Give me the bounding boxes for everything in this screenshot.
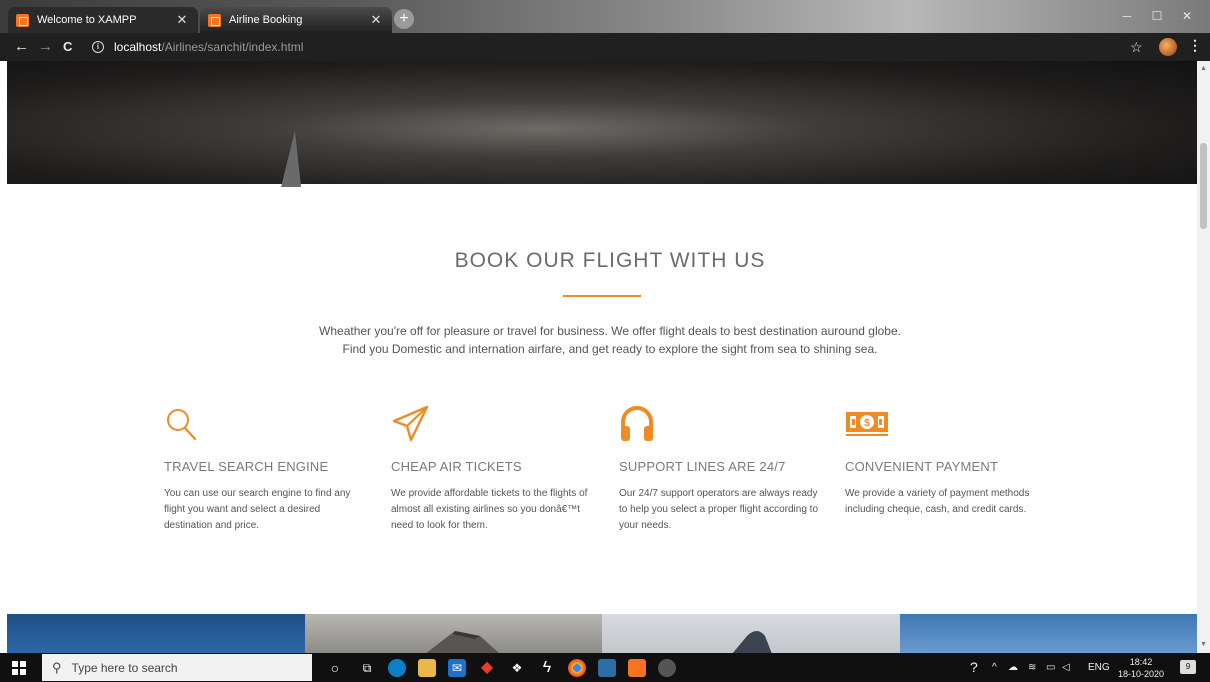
feature-cheap-tickets: CHEAP AIR TICKETS We provide affordable …	[391, 404, 591, 534]
browser-tab-strip: Welcome to XAMPP ✕ Airline Booking ✕ + ─…	[0, 0, 1210, 33]
search-icon	[164, 404, 364, 444]
wifi-icon[interactable]: ≋	[1028, 653, 1036, 682]
airplane-wing-image	[281, 131, 309, 187]
tab-title: Welcome to XAMPP	[37, 14, 137, 26]
forward-button[interactable]: →	[38, 38, 53, 56]
app-photos-icon[interactable]	[658, 659, 676, 677]
svg-text:$: $	[864, 418, 870, 429]
clock-date: 18-10-2020	[1117, 669, 1165, 679]
feature-description: You can use our search engine to find an…	[164, 488, 351, 531]
reload-button[interactable]: C	[63, 38, 72, 56]
intro-line: Find you Domestic and internation airfar…	[342, 342, 878, 356]
close-icon[interactable]: ✕	[368, 12, 384, 28]
url-path: /Airlines/sanchit/index.html	[161, 40, 304, 54]
xampp-icon[interactable]	[628, 659, 646, 677]
task-view-icon[interactable]: ⧉	[358, 659, 376, 677]
minimize-button[interactable]: ─	[1112, 6, 1142, 26]
page-scrollbar[interactable]: ▲ ▼	[1197, 61, 1210, 653]
paper-plane-icon	[391, 404, 591, 444]
app-diamond-icon[interactable]: ◆	[478, 659, 496, 677]
mail-icon[interactable]: ✉	[448, 659, 466, 677]
destination-gallery	[7, 614, 1197, 653]
feature-title: TRAVEL SEARCH ENGINE	[164, 459, 329, 474]
windows-start-icon[interactable]	[12, 661, 26, 675]
tab-welcome-xampp[interactable]: Welcome to XAMPP ✕	[8, 7, 198, 33]
battery-icon[interactable]: ▭	[1046, 653, 1055, 682]
scroll-down-arrow-icon[interactable]: ▼	[1200, 641, 1207, 648]
gallery-image[interactable]	[899, 614, 1197, 653]
scroll-up-arrow-icon[interactable]: ▲	[1200, 65, 1207, 72]
headphones-icon	[619, 404, 819, 444]
bookmark-star-icon[interactable]: ☆	[1130, 39, 1143, 56]
tab-airline-booking[interactable]: Airline Booking ✕	[200, 7, 392, 33]
feature-travel-search: TRAVEL SEARCH ENGINE You can use our sea…	[164, 404, 364, 534]
close-window-button[interactable]: ✕	[1172, 6, 1202, 26]
search-placeholder: Type here to search	[71, 660, 178, 675]
feature-description: Our 24/7 support operators are always re…	[619, 488, 819, 531]
close-icon[interactable]: ✕	[174, 12, 190, 28]
clock-time: 18:42	[1129, 657, 1153, 667]
section-intro: Wheather you're off for pleasure or trav…	[7, 322, 1197, 358]
volume-icon[interactable]: ◁	[1062, 653, 1070, 682]
address-bar: ← → C i localhost/Airlines/sanchit/index…	[0, 33, 1210, 61]
xampp-favicon-icon	[16, 13, 29, 27]
windows-taskbar: ⚲ Type here to search ○ ⧉ ✉ ◆ ❖ ϟ ? ^ ☁ …	[0, 653, 1210, 682]
help-icon[interactable]: ?	[970, 653, 978, 682]
xampp-favicon-icon	[208, 13, 221, 27]
page-viewport: BOOK OUR FLIGHT WITH US Wheather you're …	[7, 61, 1197, 653]
feature-title: CONVENIENT PAYMENT	[845, 459, 999, 474]
feature-support-lines: SUPPORT LINES ARE 24/7 Our 24/7 support …	[619, 404, 819, 534]
feature-description: We provide affordable tickets to the fli…	[391, 488, 588, 531]
maximize-button[interactable]: ☐	[1142, 6, 1172, 26]
dropbox-icon[interactable]: ❖	[508, 659, 526, 677]
language-indicator[interactable]: ENG	[1088, 653, 1110, 682]
feature-title: SUPPORT LINES ARE 24/7	[619, 459, 786, 474]
clock[interactable]: 18:42 18-10-2020	[1116, 656, 1166, 680]
app-bolt-icon[interactable]: ϟ	[538, 659, 556, 677]
file-explorer-icon[interactable]	[418, 659, 436, 677]
gallery-image[interactable]	[602, 614, 900, 653]
money-icon: $	[845, 404, 1045, 444]
new-tab-button[interactable]: +	[394, 9, 414, 29]
url-host: localhost	[114, 40, 162, 54]
chevron-up-icon[interactable]: ^	[992, 653, 997, 682]
feature-title: CHEAP AIR TICKETS	[391, 459, 522, 474]
edge-icon[interactable]	[388, 659, 406, 677]
intro-line: Wheather you're off for pleasure or trav…	[319, 324, 901, 338]
notification-center-icon[interactable]: 9	[1180, 660, 1196, 674]
cloud-icon[interactable]: ☁	[1008, 653, 1018, 682]
gallery-image[interactable]	[7, 614, 305, 653]
gallery-image[interactable]	[304, 614, 602, 653]
title-divider	[563, 295, 641, 297]
profile-avatar[interactable]	[1159, 38, 1177, 56]
search-icon: ⚲	[52, 659, 62, 675]
cortana-icon[interactable]: ○	[326, 659, 344, 677]
feature-description: We provide a variety of payment methods …	[845, 488, 1030, 515]
url-input[interactable]: i localhost/Airlines/sanchit/index.html	[86, 36, 1146, 58]
browser-menu-icon[interactable]: ⋮	[1188, 37, 1202, 54]
section-title: BOOK OUR FLIGHT WITH US	[454, 249, 766, 272]
app-icon[interactable]	[598, 659, 616, 677]
info-icon[interactable]: i	[92, 41, 104, 53]
scrollbar-thumb[interactable]	[1200, 143, 1207, 229]
hero-image	[7, 61, 1197, 187]
tab-title: Airline Booking	[229, 14, 303, 26]
back-button[interactable]: ←	[14, 38, 29, 56]
chrome-icon[interactable]	[568, 659, 586, 677]
taskbar-search-input[interactable]: ⚲ Type here to search	[42, 654, 312, 681]
feature-convenient-payment: $ CONVENIENT PAYMENT We provide a variet…	[845, 404, 1045, 518]
